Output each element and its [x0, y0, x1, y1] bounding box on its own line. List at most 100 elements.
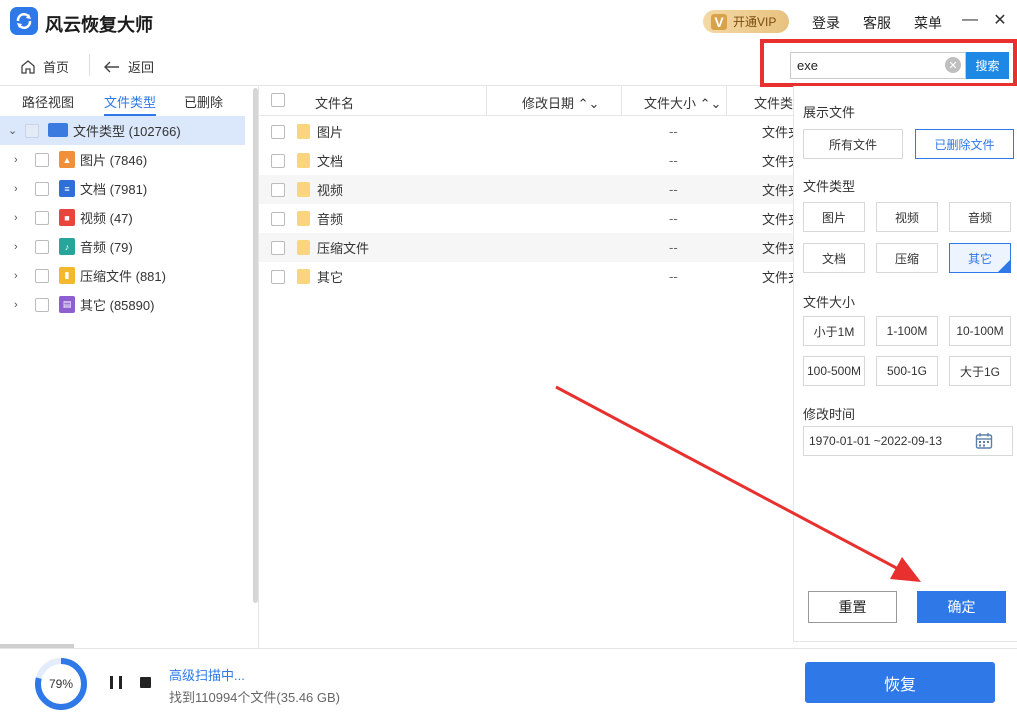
close-button[interactable]: ✕: [990, 10, 1010, 30]
date-range-field[interactable]: 1970-01-01 ~2022-09-13: [803, 426, 1013, 456]
row-checkbox[interactable]: [271, 182, 285, 197]
row-filename: 图片: [317, 125, 344, 140]
size-1-100m-button[interactable]: 1-100M: [876, 316, 938, 346]
login-link[interactable]: 登录: [812, 13, 840, 33]
chevron-right-icon[interactable]: ›: [14, 241, 18, 253]
tab-deleted[interactable]: 已删除: [184, 92, 223, 111]
column-label: 修改日期: [522, 96, 575, 111]
customer-service-link[interactable]: 客服: [863, 13, 891, 33]
table-row[interactable]: 视频 -- 文件夹: [259, 175, 794, 204]
size-under-1m-button[interactable]: 小于1M: [803, 316, 865, 346]
type-video-button[interactable]: 视频: [876, 202, 938, 232]
size-10-100m-button[interactable]: 10-100M: [949, 316, 1011, 346]
vip-button[interactable]: V 开通VIP: [703, 10, 789, 33]
calendar-icon[interactable]: [975, 432, 993, 450]
chevron-right-icon[interactable]: ›: [14, 154, 18, 166]
table-row[interactable]: 图片 -- 文件夹: [259, 117, 794, 146]
tree-label: 音频 (79): [80, 240, 133, 255]
file-size-title: 文件大小: [803, 295, 856, 310]
tab-path-view[interactable]: 路径视图: [22, 92, 74, 111]
row-checkbox[interactable]: [271, 153, 285, 168]
drive-icon: [48, 123, 68, 137]
left-panel: 路径视图 文件类型 已删除 ⌄ 文件类型 (102766) › ▲ 图片 (78…: [0, 86, 259, 648]
table-row[interactable]: 压缩文件 -- 文件夹: [259, 233, 794, 262]
select-all-checkbox[interactable]: [271, 93, 285, 107]
tree-item-other[interactable]: › ▤ 其它 (85890): [0, 290, 245, 319]
column-file-size[interactable]: 文件大小 ⌃⌄: [644, 93, 721, 112]
tree-item-audio[interactable]: › ♪ 音频 (79): [0, 232, 245, 261]
folder-icon: [297, 153, 310, 168]
tree-item-videos[interactable]: › ■ 视频 (47): [0, 203, 245, 232]
type-document-button[interactable]: 文档: [803, 243, 865, 273]
menu-link[interactable]: 菜单: [914, 13, 942, 33]
file-list-header: 文件名 修改日期 ⌃⌄ 文件大小 ⌃⌄ 文件类: [259, 86, 794, 116]
tree-checkbox[interactable]: [35, 239, 49, 254]
image-icon: ▲: [59, 151, 75, 168]
row-checkbox[interactable]: [271, 124, 285, 139]
chevron-down-icon[interactable]: ⌄: [8, 124, 17, 137]
type-image-button[interactable]: 图片: [803, 202, 865, 232]
left-scrollbar[interactable]: [253, 88, 258, 603]
chevron-right-icon[interactable]: ›: [14, 299, 18, 311]
minimize-button[interactable]: —: [960, 10, 980, 30]
column-label: 文件大小: [644, 96, 697, 111]
scan-status-link[interactable]: 高级扫描中...: [169, 665, 245, 684]
confirm-button[interactable]: 确定: [917, 591, 1006, 623]
row-type: 文件夹: [762, 241, 794, 256]
recover-button[interactable]: 恢复: [805, 662, 995, 703]
row-checkbox[interactable]: [271, 240, 285, 255]
filter-panel: 展示文件 所有文件 已删除文件 文件类型 图片 视频 音频 文档 压缩 其它 文…: [793, 86, 1017, 642]
back-arrow-icon: [104, 61, 119, 72]
tab-file-type[interactable]: 文件类型: [104, 92, 157, 116]
tree-item-root[interactable]: ⌄ 文件类型 (102766): [0, 116, 245, 145]
stop-button[interactable]: [140, 677, 151, 688]
type-audio-button[interactable]: 音频: [949, 202, 1011, 232]
size-over-1g-button[interactable]: 大于1G: [949, 356, 1011, 386]
row-size: --: [669, 211, 678, 226]
reset-button[interactable]: 重置: [808, 591, 897, 623]
back-label: 返回: [128, 60, 155, 75]
type-archive-button[interactable]: 压缩: [876, 243, 938, 273]
tree-label: 视频 (47): [80, 211, 133, 226]
tree-checkbox[interactable]: [35, 152, 49, 167]
other-icon: ▤: [59, 296, 75, 313]
chevron-right-icon[interactable]: ›: [14, 212, 18, 224]
tree-item-images[interactable]: › ▲ 图片 (7846): [0, 145, 245, 174]
row-type: 文件夹: [762, 154, 794, 169]
tree-item-archives[interactable]: › ▮ 压缩文件 (881): [0, 261, 245, 290]
column-divider: [621, 86, 622, 116]
home-icon: [21, 60, 35, 74]
show-all-files-button[interactable]: 所有文件: [803, 129, 903, 159]
table-row[interactable]: 文档 -- 文件夹: [259, 146, 794, 175]
chevron-right-icon[interactable]: ›: [14, 270, 18, 282]
tree-checkbox[interactable]: [35, 268, 49, 283]
tree-checkbox[interactable]: [35, 210, 49, 225]
back-button[interactable]: 返回: [104, 57, 154, 76]
row-checkbox[interactable]: [271, 269, 285, 284]
size-500m-1g-button[interactable]: 500-1G: [876, 356, 938, 386]
show-deleted-files-button[interactable]: 已删除文件: [915, 129, 1014, 159]
scan-found-count: 找到110994个文件(35.46 GB): [169, 690, 340, 705]
pause-bar: [119, 676, 122, 689]
column-divider: [726, 86, 727, 116]
column-filename[interactable]: 文件名: [315, 93, 354, 112]
size-100-500m-button[interactable]: 100-500M: [803, 356, 865, 386]
folder-icon: [297, 240, 310, 255]
chevron-right-icon[interactable]: ›: [14, 183, 18, 195]
folder-icon: [297, 269, 310, 284]
pause-button[interactable]: [110, 676, 122, 689]
tree-item-documents[interactable]: › ≡ 文档 (7981): [0, 174, 245, 203]
row-filename: 音频: [317, 212, 344, 227]
type-other-button[interactable]: 其它: [949, 243, 1011, 273]
home-button[interactable]: 首页: [20, 57, 69, 76]
search-highlight-box: [760, 39, 1017, 87]
table-row[interactable]: 音频 -- 文件夹: [259, 204, 794, 233]
table-row[interactable]: 其它 -- 文件夹: [259, 262, 794, 291]
column-file-type[interactable]: 文件类: [754, 93, 793, 112]
column-modified-date[interactable]: 修改日期 ⌃⌄: [522, 93, 599, 112]
tree-checkbox[interactable]: [25, 123, 39, 138]
tree-checkbox[interactable]: [35, 297, 49, 312]
row-checkbox[interactable]: [271, 211, 285, 226]
pause-bar: [110, 676, 113, 689]
tree-checkbox[interactable]: [35, 181, 49, 196]
